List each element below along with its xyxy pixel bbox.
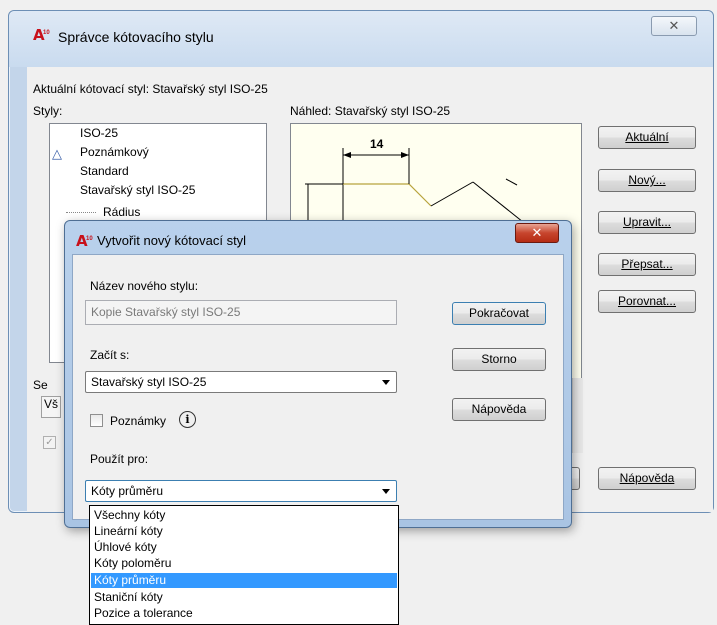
list-item[interactable]: Všechny kóty bbox=[91, 508, 397, 523]
preview-label: Náhled: Stavařský styl ISO-25 bbox=[290, 104, 451, 118]
style-item-radius[interactable]: Rádius bbox=[103, 205, 140, 219]
modify-style-button[interactable]: Upravit... bbox=[598, 211, 696, 234]
close-icon: ✕ bbox=[668, 18, 680, 33]
cancel-button[interactable]: Storno bbox=[452, 348, 546, 371]
new-style-button[interactable]: Nový... bbox=[598, 169, 696, 192]
continue-button[interactable]: Pokračovat bbox=[452, 302, 546, 325]
use-for-dropdown-list[interactable]: Všechny kóty Lineární kóty Úhlové kóty K… bbox=[89, 505, 399, 625]
app-logo-icon: A 10 bbox=[33, 26, 50, 44]
new-style-name-input[interactable]: Kopie Stavařský styl ISO-25 bbox=[85, 300, 397, 325]
list-item[interactable]: Kóty poloměru bbox=[91, 556, 397, 571]
list-item[interactable]: Pozice a tolerance bbox=[91, 606, 397, 621]
xref-checkbox[interactable]: ✓ bbox=[43, 436, 56, 449]
list-item[interactable]: Úhlové kóty bbox=[91, 540, 397, 555]
tree-connector bbox=[66, 212, 96, 213]
info-icon[interactable]: i bbox=[179, 411, 196, 428]
list-item[interactable]: Staniční kóty bbox=[91, 590, 397, 605]
chevron-down-icon bbox=[382, 489, 390, 494]
main-help-button[interactable]: Nápověda bbox=[598, 467, 696, 490]
annotative-label: Poznámky bbox=[110, 414, 167, 428]
preview-dimension-text: 14 bbox=[370, 137, 384, 151]
style-item-standard[interactable]: Standard bbox=[80, 164, 129, 178]
compare-styles-button[interactable]: Porovnat... bbox=[598, 290, 696, 313]
sub-window-title: Vytvořit nový kótovací styl bbox=[97, 233, 247, 248]
close-icon: ✕ bbox=[531, 225, 543, 240]
preview-scroll-edge bbox=[572, 378, 583, 453]
annotative-checkbox[interactable] bbox=[90, 414, 103, 427]
main-window-title: Správce kótovacího stylu bbox=[58, 29, 214, 45]
use-for-label: Použít pro: bbox=[90, 452, 149, 466]
annotative-icon: △ bbox=[52, 146, 62, 161]
sub-help-button[interactable]: Nápověda bbox=[452, 398, 546, 421]
style-item-iso25[interactable]: ISO-25 bbox=[80, 126, 118, 140]
list-item-selected[interactable]: Kóty průměru bbox=[91, 573, 397, 588]
chevron-down-icon bbox=[382, 380, 390, 385]
new-style-name-label: Název nového stylu: bbox=[90, 279, 199, 293]
start-with-value: Stavařský styl ISO-25 bbox=[91, 375, 207, 389]
start-with-label: Začít s: bbox=[90, 348, 130, 362]
start-with-combo[interactable]: Stavařský styl ISO-25 bbox=[85, 371, 397, 393]
current-style-label: Aktuální kótovací styl: Stavařský styl I… bbox=[33, 82, 268, 96]
override-style-button[interactable]: Přepsat... bbox=[598, 253, 696, 276]
set-current-button[interactable]: Aktuální bbox=[598, 126, 696, 149]
style-item-annotative[interactable]: Poznámkový bbox=[80, 145, 149, 159]
use-for-value: Kóty průměru bbox=[91, 484, 164, 498]
sub-close-button[interactable]: ✕ bbox=[515, 223, 559, 243]
list-filter-combo[interactable]: Vš bbox=[41, 396, 61, 418]
use-for-combo[interactable]: Kóty průměru bbox=[85, 480, 397, 502]
style-item-stavarsky[interactable]: Stavařský styl ISO-25 bbox=[80, 183, 195, 197]
sub-app-logo-icon: A 10 bbox=[76, 232, 93, 250]
list-item[interactable]: Lineární kóty bbox=[91, 524, 397, 539]
styles-label: Styly: bbox=[33, 104, 63, 118]
list-filter-label: Se bbox=[33, 378, 48, 392]
main-close-button[interactable]: ✕ bbox=[651, 16, 697, 36]
